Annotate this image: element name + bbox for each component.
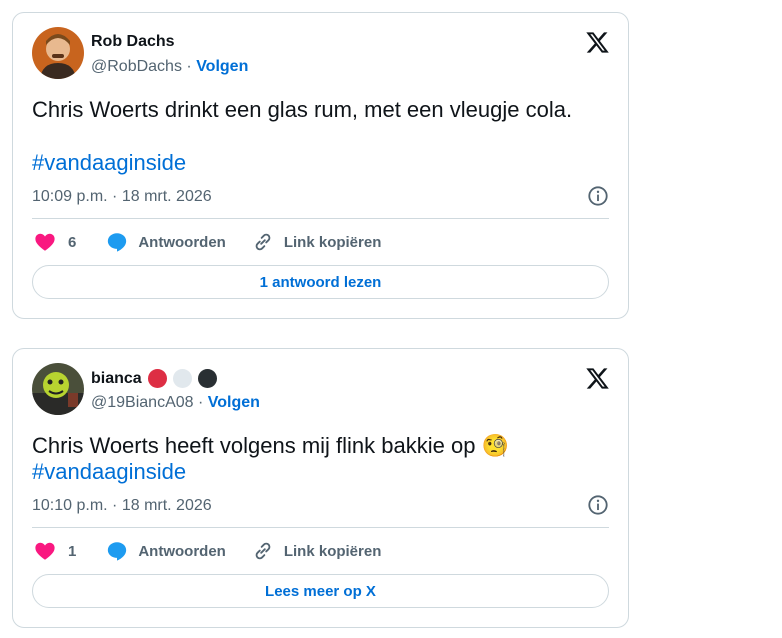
hashtag-link[interactable]: #vandaaginside (32, 459, 186, 485)
separator: · (197, 394, 204, 411)
reply-button[interactable]: Antwoorden (106, 231, 252, 253)
copy-link-label: Link kopiëren (283, 542, 382, 560)
author-name[interactable]: Rob Dachs (91, 33, 175, 51)
copy-link-button[interactable]: Link kopiëren (252, 231, 382, 253)
tweet-card: bianca @19BiancA08 · Volgen Chris Woerts… (12, 348, 629, 628)
red-circle-icon (147, 369, 167, 388)
tweet-text: Chris Woerts drinkt een glas rum, met ee… (32, 97, 573, 122)
reply-bubble-icon (108, 233, 127, 252)
heart-icon (35, 233, 55, 251)
avatar[interactable] (32, 363, 84, 415)
copy-link-label: Link kopiëren (283, 233, 382, 251)
read-replies-button[interactable]: 1 antwoord lezen (32, 265, 609, 299)
heart-icon (35, 542, 55, 560)
link-icon (255, 542, 271, 560)
author-handle[interactable]: @19BiancA08 (91, 394, 194, 411)
like-count: 1 (68, 542, 77, 560)
avatar[interactable] (32, 27, 84, 79)
author-handle[interactable]: @RobDachs (91, 58, 182, 75)
read-replies-label: 1 antwoord lezen (259, 273, 382, 291)
x-logo-icon[interactable] (585, 30, 610, 55)
timestamp[interactable]: 10:10 p.m. · 18 mrt. 2026 (32, 497, 212, 515)
separator: · (186, 58, 192, 75)
black-circle-icon (197, 369, 217, 388)
follow-link[interactable]: Volgen (196, 58, 248, 75)
reply-label: Antwoorden (138, 233, 226, 251)
info-icon[interactable] (587, 494, 609, 516)
action-bar: 1 Antwoorden Link kopiëren (34, 540, 381, 562)
follow-link[interactable]: Volgen (208, 394, 260, 411)
reply-bubble-icon (108, 542, 127, 561)
like-button[interactable]: 6 (34, 231, 106, 253)
divider (32, 527, 609, 528)
reply-label: Antwoorden (138, 542, 226, 560)
white-circle-icon (172, 369, 192, 388)
monocle-face-emoji: 🧐 (481, 433, 509, 458)
tweet-text-row: Chris Woerts heeft volgens mij flink bak… (32, 431, 509, 460)
timestamp[interactable]: 10:09 p.m. · 18 mrt. 2026 (32, 188, 212, 206)
x-logo-icon[interactable] (585, 366, 610, 391)
link-icon (255, 233, 271, 251)
like-count: 6 (68, 233, 77, 251)
tweet-card: Rob Dachs @RobDachs · Volgen Chris Woert… (12, 12, 629, 319)
tweet-text: Chris Woerts heeft volgens mij flink bak… (32, 433, 476, 458)
copy-link-button[interactable]: Link kopiëren (252, 540, 382, 562)
read-more-label: Lees meer op X (265, 582, 376, 600)
divider (32, 218, 609, 219)
author-name[interactable]: bianca (91, 370, 142, 388)
info-icon[interactable] (587, 185, 609, 207)
read-more-button[interactable]: Lees meer op X (32, 574, 609, 608)
like-button[interactable]: 1 (34, 540, 106, 562)
reply-button[interactable]: Antwoorden (106, 540, 252, 562)
action-bar: 6 Antwoorden Link kopiëren (34, 231, 381, 253)
hashtag-link[interactable]: #vandaaginside (32, 150, 186, 176)
